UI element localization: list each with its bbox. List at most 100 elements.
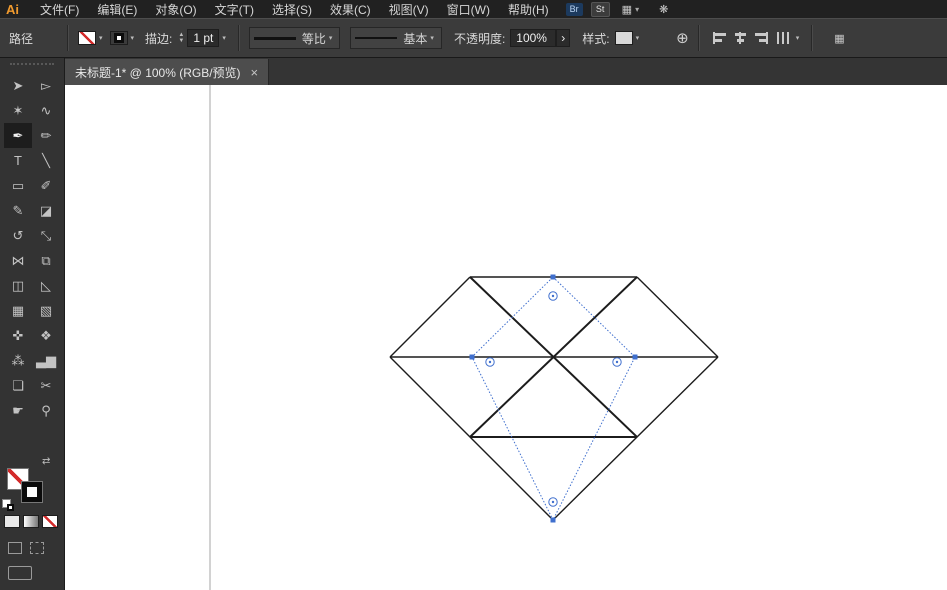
lasso-tool[interactable]: ∿ (32, 98, 60, 123)
menu-item-type[interactable]: 文字(T) (206, 1, 263, 18)
scale-tool[interactable]: ⤡ (32, 223, 60, 248)
stroke-weight-label: 描边: (145, 31, 173, 46)
menu-item-effect[interactable]: 效果(C) (321, 1, 380, 18)
artwork-svg[interactable] (65, 85, 947, 590)
document-area: 未标题-1* @ 100% (RGB/预览) × (65, 58, 947, 590)
line-segment-tool[interactable]: ╲ (32, 148, 60, 173)
menu-item-window[interactable]: 窗口(W) (438, 1, 499, 18)
opacity-field[interactable]: 100% (510, 29, 557, 47)
chevron-down-icon[interactable]: ▾ (128, 34, 138, 42)
slice-tool[interactable]: ✂ (32, 373, 60, 398)
stroke-square-icon (113, 33, 124, 43)
paintbrush-tool[interactable]: ✐ (32, 173, 60, 198)
swap-fill-stroke-icon[interactable]: ⇄ (42, 456, 50, 467)
align-left-icon[interactable] (712, 32, 726, 44)
eyedropper-tool[interactable]: ✜ (4, 323, 32, 348)
stock-badge[interactable]: St (590, 1, 610, 17)
illustrator-logo-icon: Ai (6, 1, 19, 17)
none-button[interactable] (42, 515, 58, 528)
anchor-point[interactable] (469, 354, 475, 360)
align-right-icon[interactable] (754, 32, 768, 44)
pencil-tool[interactable]: ✎ (4, 198, 32, 223)
default-fill-stroke-icon[interactable] (2, 499, 14, 511)
rotate-tool[interactable]: ↺ (4, 223, 32, 248)
menu-item-file[interactable]: 文件(F) (31, 1, 88, 18)
artwork-line[interactable] (636, 276, 719, 358)
menu-item-view[interactable]: 视图(V) (380, 1, 438, 18)
draw-inside-icon[interactable] (30, 542, 44, 554)
menu-item-help[interactable]: 帮助(H) (499, 1, 558, 18)
chevron-down-icon[interactable]: ▾ (219, 34, 229, 42)
width-profile-label: 等比 (301, 31, 326, 46)
opacity-value: 100% (516, 31, 547, 45)
paint-mode-row (4, 515, 58, 528)
width-profile-preview-icon (253, 36, 296, 40)
align-center-icon[interactable] (733, 32, 747, 44)
corner-widget-dot (488, 360, 492, 364)
chevron-down-icon[interactable]: ▾ (635, 5, 639, 14)
anchor-point[interactable] (632, 354, 638, 360)
draw-normal-icon[interactable] (8, 542, 22, 554)
fill-color-swatch[interactable] (78, 31, 97, 45)
canvas[interactable] (65, 85, 947, 590)
chevron-down-icon[interactable]: ▾ (633, 34, 643, 42)
curvature-tool[interactable]: ✏ (32, 123, 60, 148)
brush-definition-dropdown[interactable]: 基本 ▾ (350, 27, 442, 49)
selected-path[interactable] (471, 276, 636, 522)
panel-options-icon[interactable]: ▦ (834, 32, 844, 45)
arrange-documents-icon[interactable]: ▦ (622, 3, 632, 16)
brush-label: 基本 (403, 31, 428, 46)
type-tool[interactable]: T (4, 148, 32, 173)
artwork-line[interactable] (389, 276, 471, 358)
rectangle-tool[interactable]: ▭ (4, 173, 32, 198)
bridge-badge[interactable]: Br (565, 2, 583, 16)
distribute-icon[interactable] (775, 32, 789, 44)
hand-tool[interactable]: ☛ (4, 398, 32, 423)
recolor-artwork-icon[interactable]: ⊕ (676, 29, 689, 47)
direct-selection-tool[interactable]: ▻ (32, 73, 60, 98)
stroke-color-swatch[interactable] (109, 31, 128, 45)
menu-item-object[interactable]: 对象(O) (146, 1, 205, 18)
gradient-tool[interactable]: ▧ (32, 298, 60, 323)
chevron-down-icon[interactable]: ▾ (793, 34, 803, 42)
graph-tool[interactable]: ▃▆ (32, 348, 60, 373)
perspective-grid-tool[interactable]: ◺ (32, 273, 60, 298)
stroke-indicator[interactable] (21, 481, 43, 503)
stroke-weight-field[interactable]: 1 pt (187, 29, 220, 47)
opacity-panel-button[interactable]: › (556, 29, 571, 47)
close-tab-icon[interactable]: × (251, 65, 259, 80)
stepper-down-icon[interactable]: ▼ (178, 38, 184, 44)
eraser-tool[interactable]: ◪ (32, 198, 60, 223)
mesh-tool[interactable]: ▦ (4, 298, 32, 323)
stroke-weight-stepper[interactable]: ▲ ▼ (178, 32, 184, 44)
symbol-sprayer-tool[interactable]: ⁂ (4, 348, 32, 373)
selection-tool[interactable]: ➤ (4, 73, 32, 98)
blend-tool[interactable]: ❖ (32, 323, 60, 348)
style-swatch[interactable] (614, 31, 633, 45)
panel-grip[interactable] (10, 63, 54, 67)
menu-item-edit[interactable]: 编辑(E) (88, 1, 146, 18)
separator (811, 25, 814, 51)
chevron-down-icon[interactable]: ▾ (96, 34, 106, 42)
gradient-button[interactable] (23, 515, 39, 528)
width-profile-dropdown[interactable]: 等比 ▾ (248, 27, 341, 49)
zoom-tool[interactable]: ⚲ (32, 398, 60, 423)
shape-builder-tool[interactable]: ◫ (4, 273, 32, 298)
drawing-modes-row (8, 542, 44, 554)
artboard-tool[interactable]: ❏ (4, 373, 32, 398)
tools-panel: ➤ ▻ ✶ ∿ ✒ ✏ T ╲ ▭ ✐ ✎ ◪ ↺ ⤡ ⋈ ⧉ ◫ ◺ ▦ ▧ ✜ ❖ ⁂ ▃▆ ❏ ✂ ☛ ⚲ ⇄ (0, 58, 65, 590)
document-tab[interactable]: 未标题-1* @ 100% (RGB/预览) × (65, 59, 270, 85)
chevron-down-icon: ▾ (430, 35, 434, 42)
free-transform-tool[interactable]: ⧉ (32, 248, 60, 273)
pen-tool[interactable]: ✒ (4, 123, 32, 148)
anchor-point[interactable] (550, 517, 556, 523)
tools-grid: ➤ ▻ ✶ ∿ ✒ ✏ T ╲ ▭ ✐ ✎ ◪ ↺ ⤡ ⋈ ⧉ ◫ ◺ ▦ ▧ ✜ ❖ ⁂ ▃▆ ❏ ✂ ☛ ⚲ (0, 73, 64, 423)
menu-item-select[interactable]: 选择(S) (263, 1, 321, 18)
color-button[interactable] (4, 515, 20, 528)
screen-mode-button[interactable] (8, 566, 32, 580)
corner-widget-dot (615, 360, 619, 364)
workspace-icon[interactable]: ❋ (659, 3, 668, 16)
width-tool[interactable]: ⋈ (4, 248, 32, 273)
anchor-point[interactable] (550, 274, 556, 280)
magic-wand-tool[interactable]: ✶ (4, 98, 32, 123)
